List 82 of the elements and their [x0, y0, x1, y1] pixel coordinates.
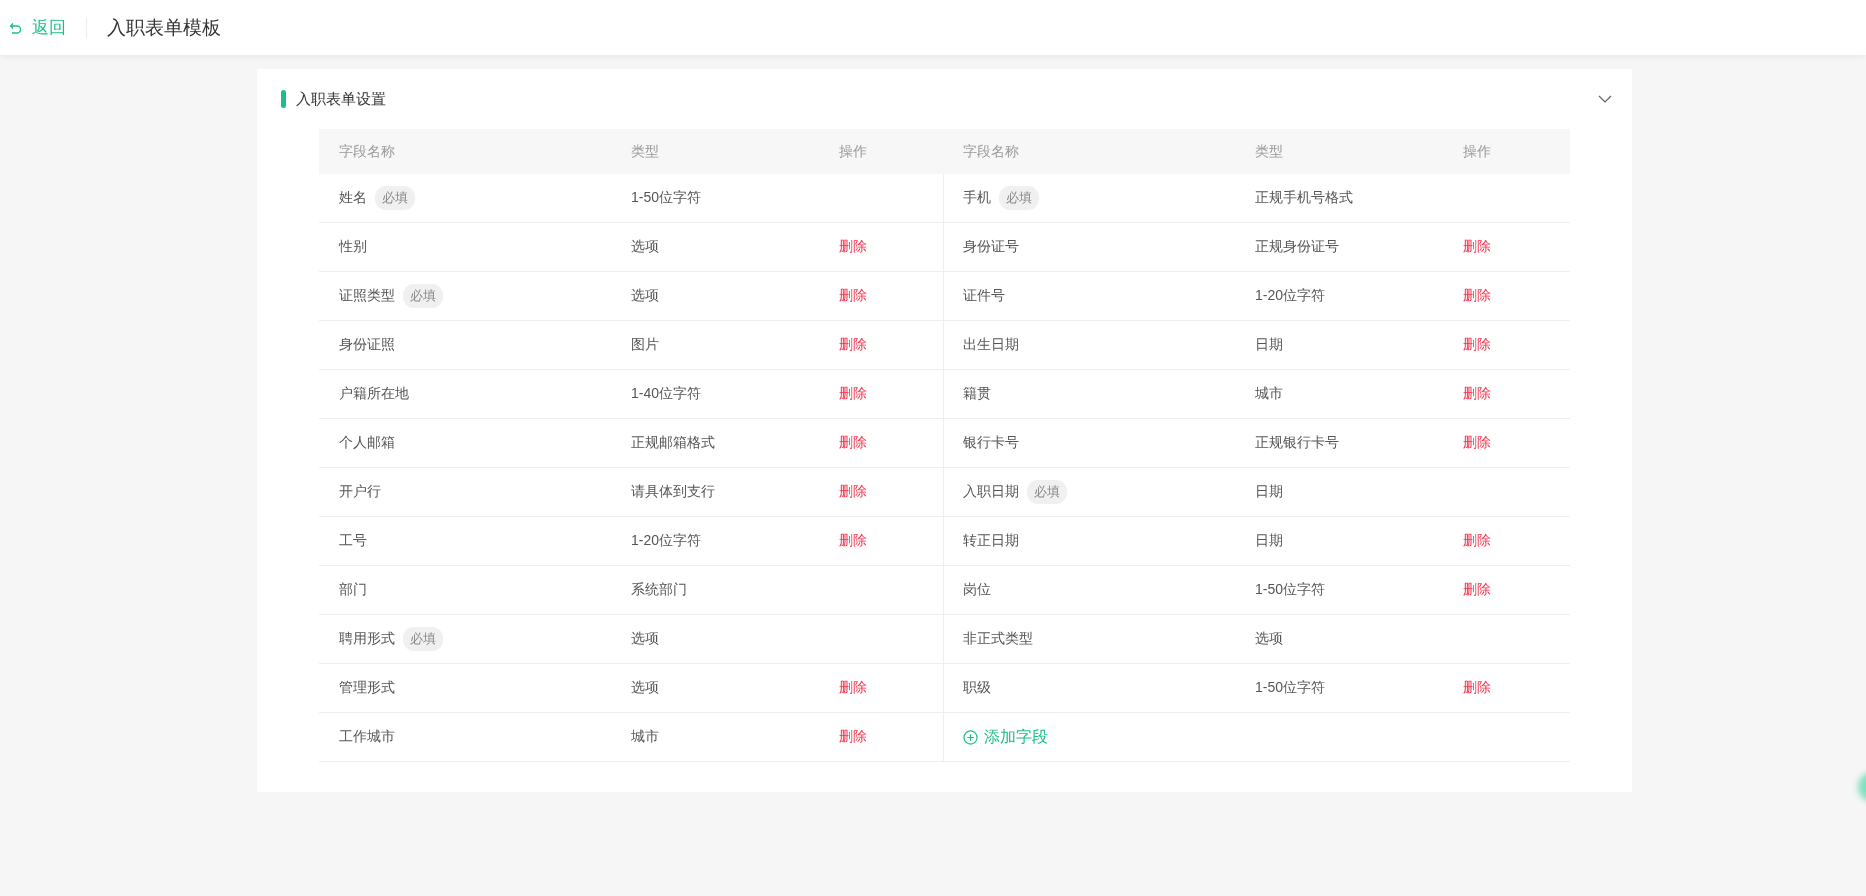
field-name: 管理形式 — [339, 679, 395, 697]
delete-link[interactable]: 删除 — [1463, 679, 1491, 697]
required-tag: 必填 — [403, 284, 443, 308]
delete-link[interactable]: 删除 — [839, 679, 867, 697]
delete-link[interactable]: 删除 — [839, 336, 867, 354]
delete-link[interactable]: 删除 — [839, 532, 867, 550]
delete-link[interactable]: 删除 — [839, 238, 867, 256]
delete-link[interactable]: 删除 — [1463, 532, 1491, 550]
field-name: 开户行 — [339, 483, 381, 501]
undo-icon — [8, 20, 22, 35]
field-type: 图片 — [631, 336, 659, 354]
field-name: 职级 — [963, 679, 991, 697]
plus-circle-icon — [963, 729, 978, 745]
field-type: 1-50位字符 — [1255, 581, 1326, 599]
field-type: 日期 — [1255, 532, 1283, 550]
delete-link[interactable]: 删除 — [1463, 385, 1491, 403]
field-name: 身份证号 — [963, 238, 1019, 256]
field-name: 证件号 — [963, 287, 1005, 305]
field-type: 选项 — [1255, 630, 1283, 648]
chevron-icon[interactable] — [1598, 94, 1612, 104]
field-type: 选项 — [631, 238, 659, 256]
delete-link[interactable]: 删除 — [839, 287, 867, 305]
column-header: 操作 — [819, 129, 943, 174]
delete-link[interactable]: 删除 — [839, 483, 867, 501]
field-type: 1-40位字符 — [631, 385, 702, 403]
field-type: 正规邮箱格式 — [631, 434, 715, 452]
delete-link[interactable]: 删除 — [839, 434, 867, 452]
field-name: 非正式类型 — [963, 630, 1033, 648]
field-type: 日期 — [1255, 336, 1283, 354]
field-name: 手机 — [963, 189, 991, 207]
required-tag: 必填 — [1027, 480, 1067, 504]
field-type: 选项 — [631, 679, 659, 697]
field-type: 城市 — [631, 728, 659, 746]
page-title: 入职表单模板 — [107, 15, 221, 40]
delete-link[interactable]: 删除 — [1463, 287, 1491, 305]
column-header: 字段名称 — [319, 129, 611, 174]
field-type: 系统部门 — [631, 581, 687, 599]
field-name: 证照类型 — [339, 287, 395, 305]
back-button[interactable]: 返回 — [0, 16, 87, 39]
field-type: 日期 — [1255, 483, 1283, 501]
field-type: 请具体到支行 — [631, 483, 715, 501]
field-type: 1-50位字符 — [1255, 679, 1326, 697]
column-header: 字段名称 — [943, 129, 1235, 174]
field-name: 入职日期 — [963, 483, 1019, 501]
required-tag: 必填 — [999, 186, 1039, 210]
field-name: 岗位 — [963, 581, 991, 599]
required-tag: 必填 — [403, 627, 443, 651]
add-field-link[interactable]: 添加字段 — [963, 726, 1048, 748]
field-type: 城市 — [1255, 385, 1283, 403]
field-name: 身份证照 — [339, 336, 395, 354]
column-header: 操作 — [1443, 129, 1570, 174]
delete-link[interactable]: 删除 — [1463, 434, 1491, 452]
accent-bar — [281, 90, 286, 108]
field-name: 个人邮箱 — [339, 434, 395, 452]
field-type: 1-50位字符 — [631, 189, 702, 207]
delete-link[interactable]: 删除 — [1463, 336, 1491, 354]
delete-link[interactable]: 删除 — [839, 385, 867, 403]
column-header: 类型 — [1235, 129, 1443, 174]
field-type: 正规身份证号 — [1255, 238, 1339, 256]
column-header: 类型 — [611, 129, 819, 174]
field-type: 选项 — [631, 630, 659, 648]
required-tag: 必填 — [375, 186, 415, 210]
delete-link[interactable]: 删除 — [1463, 238, 1491, 256]
field-name: 姓名 — [339, 189, 367, 207]
field-type: 正规手机号格式 — [1255, 189, 1353, 207]
field-name: 性别 — [339, 238, 367, 256]
field-type: 1-20位字符 — [1255, 287, 1326, 305]
field-type: 选项 — [631, 287, 659, 305]
field-name: 部门 — [339, 581, 367, 599]
field-name: 聘用形式 — [339, 630, 395, 648]
field-name: 户籍所在地 — [339, 385, 409, 403]
field-name: 银行卡号 — [963, 434, 1019, 452]
field-type: 1-20位字符 — [631, 532, 702, 550]
field-name: 工作城市 — [339, 728, 395, 746]
field-name: 出生日期 — [963, 336, 1019, 354]
field-type: 正规银行卡号 — [1255, 434, 1339, 452]
section-title: 入职表单设置 — [296, 89, 387, 109]
field-name: 转正日期 — [963, 532, 1019, 550]
field-name: 籍贯 — [963, 385, 991, 403]
field-name: 工号 — [339, 532, 367, 550]
delete-link[interactable]: 删除 — [1463, 581, 1491, 599]
delete-link[interactable]: 删除 — [839, 728, 867, 746]
